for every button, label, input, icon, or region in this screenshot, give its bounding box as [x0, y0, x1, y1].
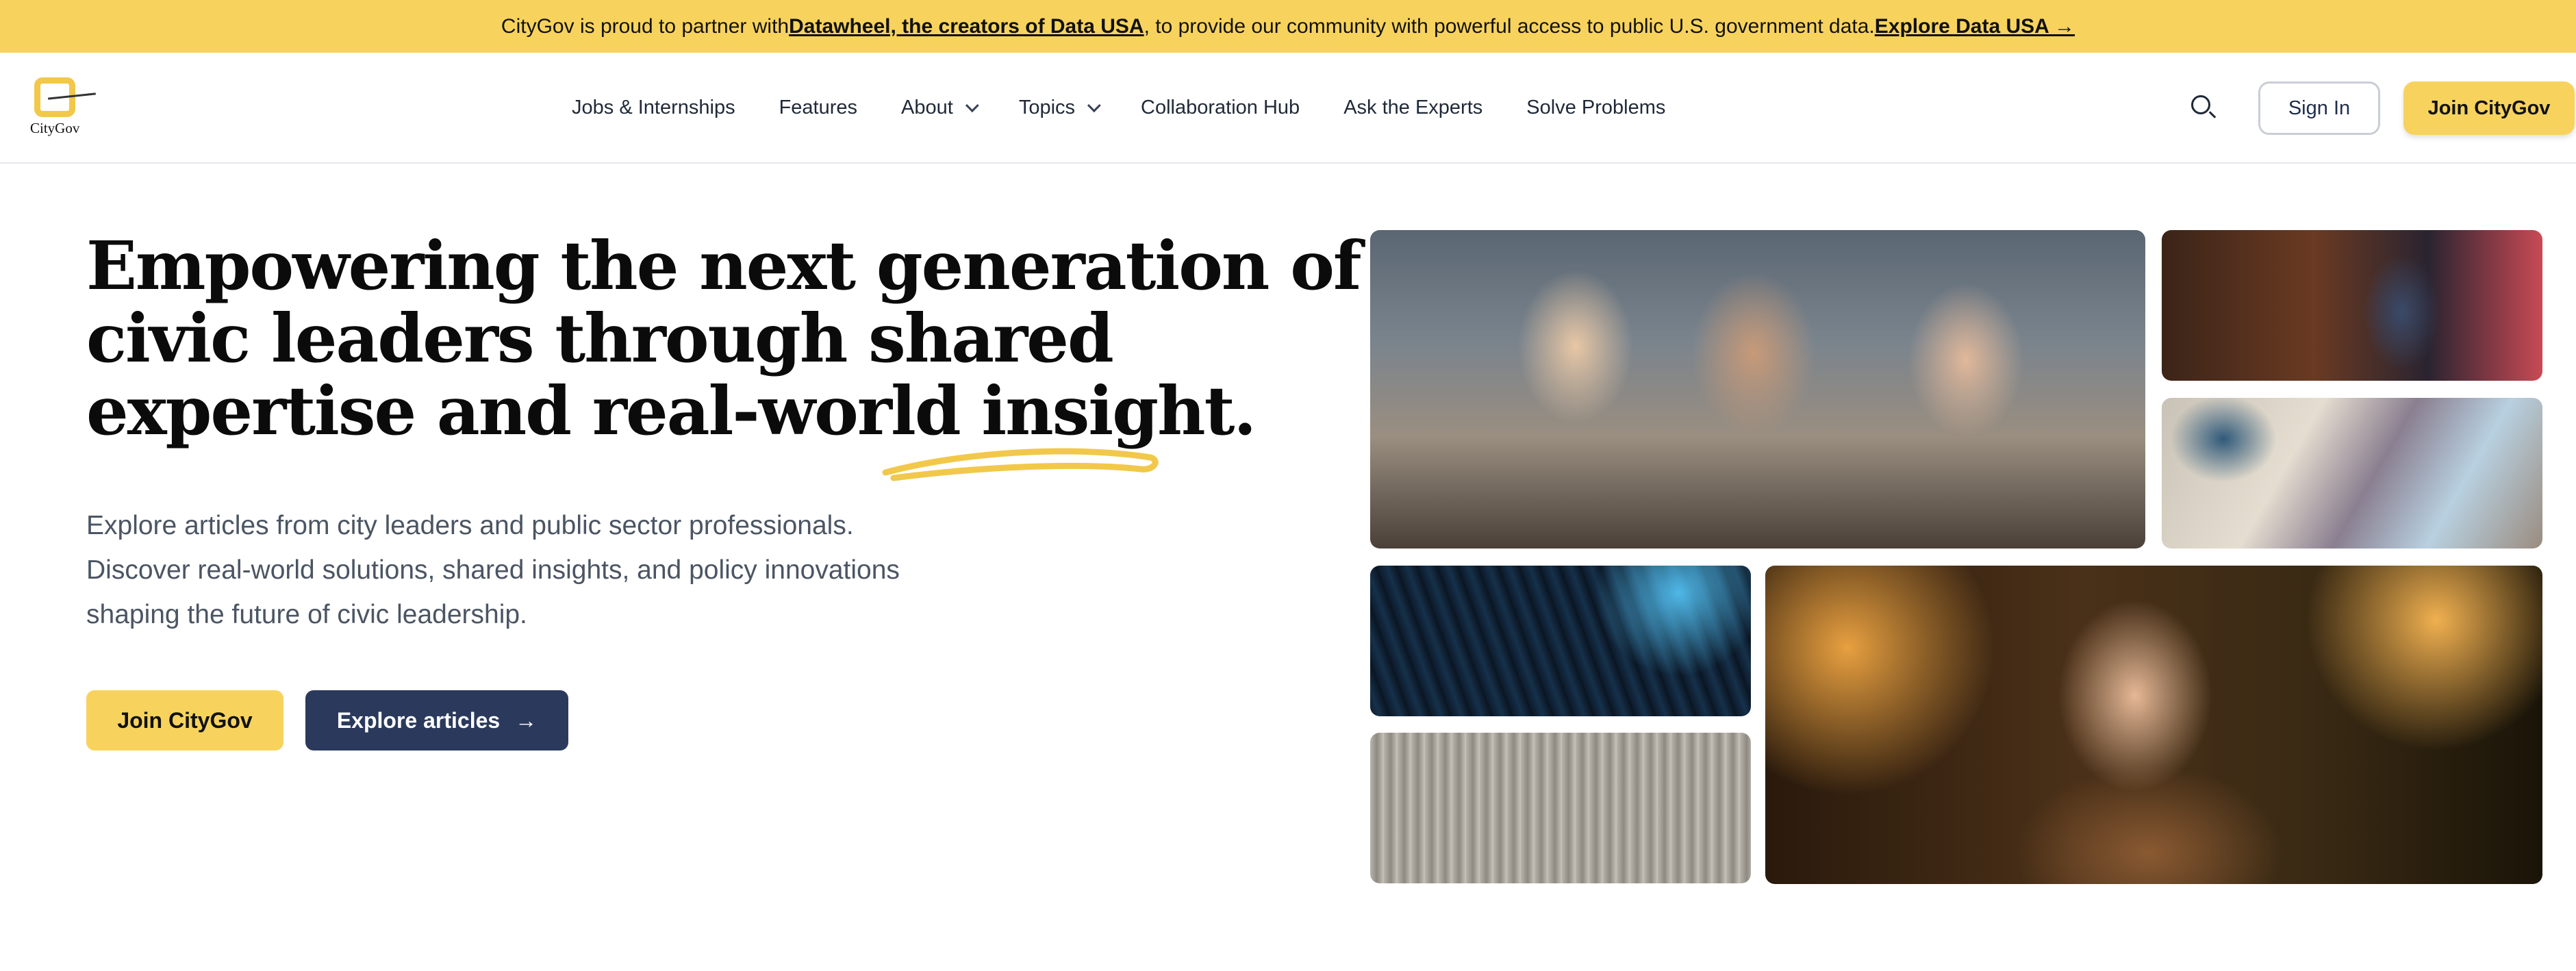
- chevron-down-icon: [1087, 99, 1101, 113]
- headline-line: civic leaders through shared: [86, 299, 1114, 377]
- partner-banner: CityGov is proud to partner with Datawhe…: [0, 0, 2576, 53]
- search-icon[interactable]: [2190, 94, 2217, 121]
- join-citygov-header-button[interactable]: Join CityGov: [2403, 81, 2575, 135]
- site-header: CityGov Jobs & Internships Features Abou…: [0, 53, 2576, 164]
- hero-headline: Empowering the next generation of civic …: [86, 227, 1362, 450]
- arrow-right-icon: →: [515, 707, 538, 733]
- headline-line: expertise and real-world insight.: [86, 372, 1257, 450]
- main-nav: Jobs & Internships Features About Topics…: [572, 53, 1709, 162]
- explore-articles-button[interactable]: Explore articles →: [305, 690, 568, 751]
- nav-label: Collaboration Hub: [1141, 96, 1300, 118]
- smart-city-night-photo: [1370, 566, 1751, 716]
- tablet-data-photo: [2162, 398, 2542, 548]
- hero-subtext: Explore articles from city leaders and p…: [86, 503, 1079, 637]
- banner-middle: , to provide our community with powerful…: [1144, 14, 1875, 38]
- subtext-line: shaping the future of civic leadership.: [86, 600, 527, 629]
- citygov-logo[interactable]: CityGov: [27, 77, 103, 139]
- sign-in-button[interactable]: Sign In: [2258, 81, 2380, 135]
- nav-label: Topics: [1018, 96, 1076, 118]
- nav-jobs-internships[interactable]: Jobs & Internships: [572, 97, 735, 119]
- nav-label: Ask the Experts: [1343, 96, 1483, 118]
- explore-articles-label: Explore articles: [336, 707, 501, 733]
- datawheel-link[interactable]: Datawheel, the creators of Data USA: [789, 15, 1144, 38]
- nav-label: About: [901, 96, 953, 118]
- logo-text: CityGov: [30, 120, 80, 136]
- explore-data-usa-link[interactable]: Explore Data USA →: [1875, 15, 2075, 38]
- nav-solve-problems[interactable]: Solve Problems: [1526, 97, 1665, 119]
- woman-reading-laptop-photo: [1765, 566, 2542, 884]
- search-icon-lens: [2191, 95, 2210, 114]
- search-icon-handle: [2208, 111, 2217, 118]
- nav-label: Jobs & Internships: [572, 96, 735, 118]
- conference-speaker-photo: [2162, 230, 2542, 381]
- nav-about[interactable]: About: [901, 96, 979, 119]
- join-citygov-hero-button[interactable]: Join CityGov: [86, 690, 283, 751]
- team-meeting-photo: [1370, 230, 2145, 548]
- nav-features[interactable]: Features: [779, 97, 857, 119]
- banner-prefix: CityGov is proud to partner with: [501, 14, 790, 38]
- nav-ask-the-experts[interactable]: Ask the Experts: [1343, 97, 1482, 119]
- headline-line: Empowering the next generation of: [86, 227, 1362, 305]
- nav-label: Solve Problems: [1526, 96, 1666, 118]
- urban-development-aerial-photo: [1370, 733, 1751, 883]
- nav-collaboration-hub[interactable]: Collaboration Hub: [1141, 97, 1300, 119]
- insight-underline-swash: [882, 448, 1159, 481]
- chevron-down-icon: [965, 99, 979, 113]
- nav-label: Features: [779, 96, 858, 118]
- subtext-line: Discover real-world solutions, shared in…: [86, 555, 900, 585]
- nav-topics[interactable]: Topics: [1018, 96, 1101, 119]
- subtext-line: Explore articles from city leaders and p…: [86, 511, 854, 540]
